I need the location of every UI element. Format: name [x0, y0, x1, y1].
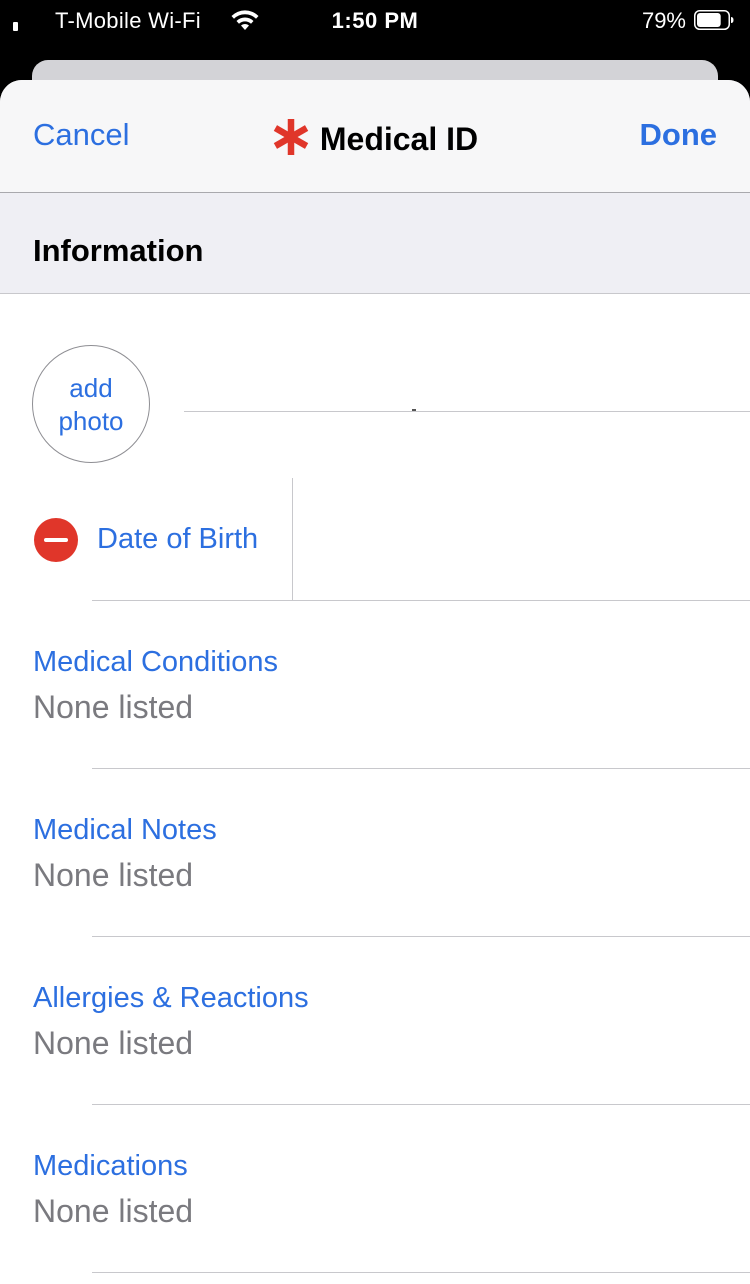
- medical-conditions-label[interactable]: Medical Conditions: [33, 646, 278, 679]
- information-section-header: Information: [0, 193, 750, 294]
- allergies-label[interactable]: Allergies & Reactions: [33, 982, 309, 1015]
- medical-conditions-value[interactable]: None listed: [33, 689, 193, 726]
- medications-label[interactable]: Medications: [33, 1150, 188, 1183]
- text-cursor: [412, 409, 416, 411]
- row-separator: [92, 1104, 750, 1105]
- medical-star-icon: [273, 119, 309, 155]
- nav-title: Medical ID: [0, 118, 750, 158]
- add-photo-line2: photo: [58, 406, 124, 436]
- date-of-birth-label: Date of Birth: [97, 523, 259, 555]
- add-photo-line1: add: [69, 373, 113, 403]
- minus-circle-icon[interactable]: [34, 518, 78, 562]
- medical-id-sheet: Cancel Medical ID Done Information add p…: [0, 80, 750, 1284]
- row-separator: [92, 768, 750, 769]
- medical-notes-value[interactable]: None listed: [33, 857, 193, 894]
- section-title: Information: [33, 233, 204, 268]
- done-button[interactable]: Done: [640, 117, 718, 153]
- row-divider: [292, 478, 293, 600]
- navigation-bar: Cancel Medical ID Done: [0, 80, 750, 193]
- status-bar: T-Mobile Wi-Fi 1:50 PM 79%: [0, 0, 750, 44]
- row-separator: [92, 936, 750, 937]
- nav-title-text: Medical ID: [319, 121, 479, 157]
- allergies-value[interactable]: None listed: [33, 1025, 193, 1062]
- add-photo-button[interactable]: add photo: [32, 345, 150, 463]
- date-of-birth-row[interactable]: Date of Birth: [0, 478, 750, 600]
- row-separator: [92, 600, 750, 601]
- medical-notes-label[interactable]: Medical Notes: [33, 814, 217, 847]
- battery-percent: 79%: [641, 8, 686, 33]
- status-time: 1:50 PM: [331, 8, 419, 33]
- name-field[interactable]: [184, 411, 750, 412]
- battery-icon: [694, 10, 734, 30]
- row-separator: [92, 1272, 750, 1273]
- medications-value[interactable]: None listed: [33, 1193, 193, 1230]
